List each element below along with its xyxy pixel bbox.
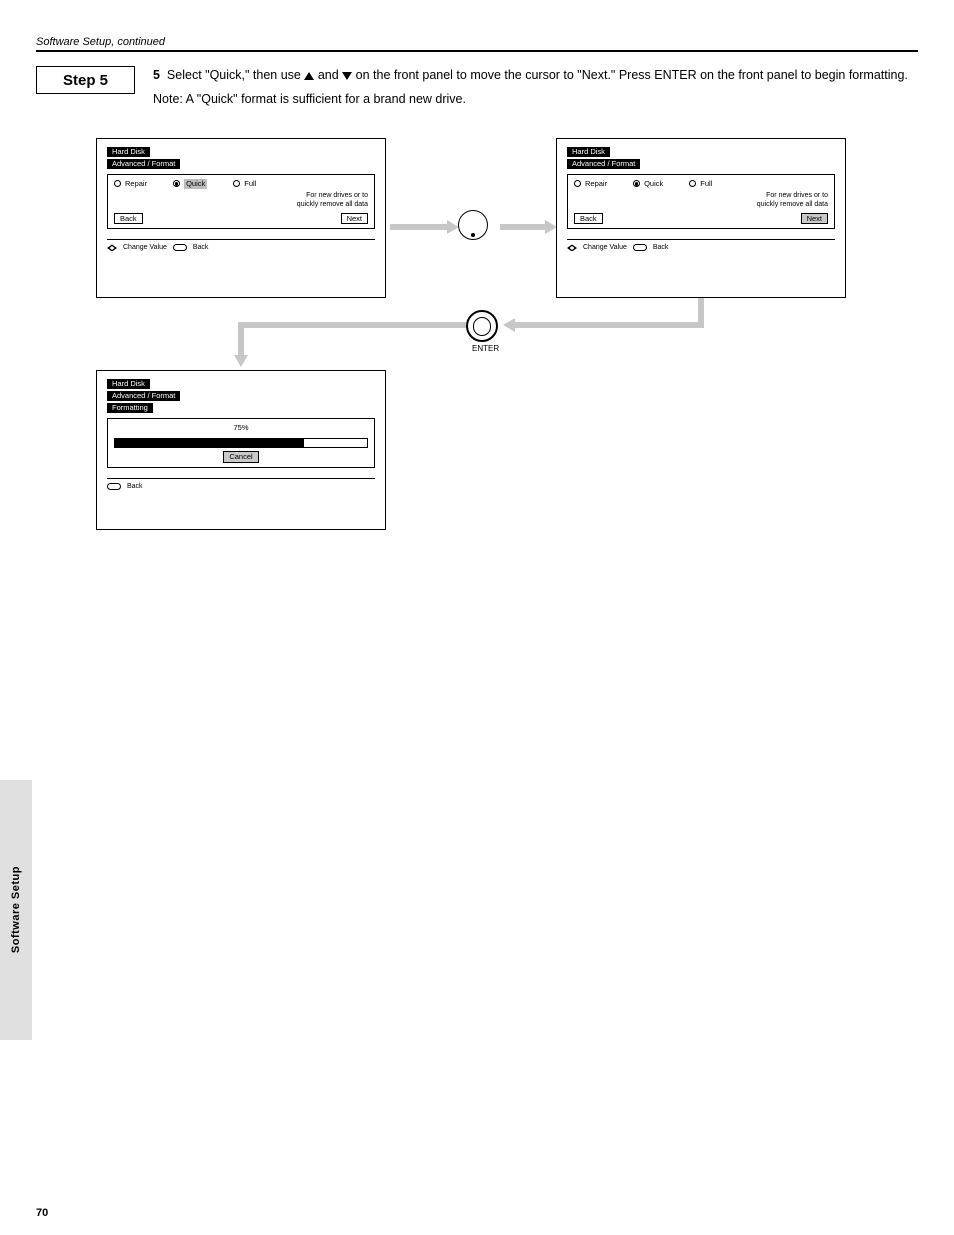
flow-arrow-right-2 — [500, 224, 548, 230]
enter-label: ENTER — [472, 344, 499, 353]
next-button[interactable]: Next — [801, 213, 828, 225]
flow-arrow-left — [512, 322, 513, 328]
back-pill-icon — [107, 483, 121, 490]
dpad-icon — [567, 244, 577, 251]
tab-formatting: Formatting — [107, 403, 153, 413]
panel-footer: Change Value Back — [107, 239, 375, 252]
radio-quick[interactable] — [633, 180, 640, 187]
tab-advanced-format: Advanced / Format — [567, 159, 640, 169]
progress-frame: 75% Cancel — [107, 418, 375, 469]
tab-advanced-format: Advanced / Format — [107, 159, 180, 169]
diagram: Hard Disk Advanced / Format Repair Quick… — [96, 138, 916, 578]
up-arrow-icon — [304, 72, 314, 80]
tab-harddisk: Hard Disk — [567, 147, 610, 157]
progress-text: 75% — [114, 423, 368, 433]
panel-footer: Back — [107, 478, 375, 491]
cancel-button[interactable]: Cancel — [223, 451, 258, 463]
radio-repair[interactable] — [114, 180, 121, 187]
step-note: Note: A "Quick" format is sufficient for… — [153, 92, 466, 106]
tab-advanced-format: Advanced / Format — [107, 391, 180, 401]
progress-bar — [114, 438, 368, 448]
panel-formatting: Hard Disk Advanced / Format Formatting 7… — [96, 370, 386, 530]
dpad-icon — [107, 244, 117, 251]
radio-repair[interactable] — [574, 180, 581, 187]
tab-harddisk: Hard Disk — [107, 147, 150, 157]
step-number: 5 — [153, 68, 160, 82]
chapter-heading: Software Setup, continued — [36, 36, 918, 48]
side-tab: Software Setup — [0, 780, 32, 1040]
back-button[interactable]: Back — [574, 213, 603, 225]
panel-format-quick: Hard Disk Advanced / Format Repair Quick… — [96, 138, 386, 298]
radio-full[interactable] — [233, 180, 240, 187]
guide-text: For new drives or to quickly remove all … — [114, 191, 368, 209]
step-text: 5 Select "Quick," then use and on the fr… — [153, 66, 908, 108]
enter-button-icon — [466, 310, 498, 342]
flow-arrow-right-1 — [390, 224, 450, 230]
back-button[interactable]: Back — [114, 213, 143, 225]
panel-footer: Change Value Back — [567, 239, 835, 252]
step-label: Step 5 — [63, 72, 108, 89]
panel-format-next: Hard Disk Advanced / Format Repair Quick… — [556, 138, 846, 298]
side-tab-label: Software Setup — [10, 866, 22, 953]
frame-radios: Repair Quick Full For new drives or to q… — [567, 174, 835, 230]
back-pill-icon — [633, 244, 647, 251]
joystick-icon — [458, 210, 488, 240]
tab-harddisk: Hard Disk — [107, 379, 150, 389]
next-button[interactable]: Next — [341, 213, 368, 225]
step-box: Step 5 — [36, 66, 135, 94]
frame-radios: Repair Quick Full For new drives or to q… — [107, 174, 375, 230]
flow-connector — [238, 322, 466, 328]
guide-text: For new drives or to quickly remove all … — [574, 191, 828, 209]
radio-quick[interactable] — [173, 180, 180, 187]
radio-full[interactable] — [689, 180, 696, 187]
flow-arrow-down — [238, 322, 244, 358]
down-arrow-icon — [342, 72, 352, 80]
back-pill-icon — [173, 244, 187, 251]
page-number: 70 — [36, 1207, 48, 1219]
divider — [36, 50, 918, 52]
flow-connector — [512, 322, 704, 328]
